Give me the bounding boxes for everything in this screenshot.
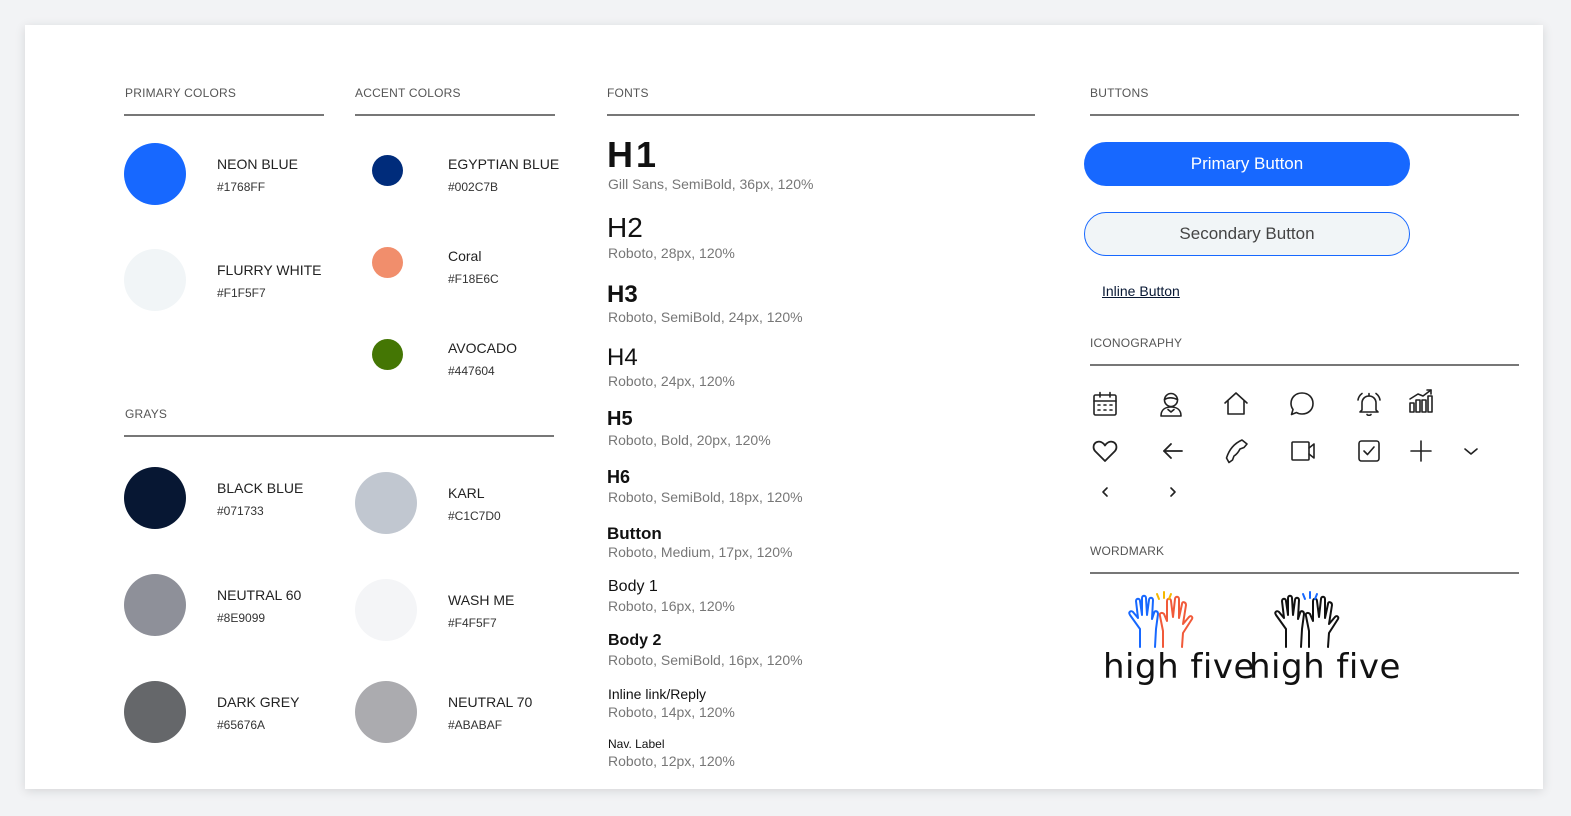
chevron-right-icon[interactable] [1159, 478, 1187, 506]
grays-title: GRAYS [125, 407, 168, 421]
swatch-hex: #65676A [217, 718, 266, 732]
swatch-dark-grey [124, 681, 186, 743]
swatch-hex: #8E9099 [217, 611, 266, 625]
swatch-hex: #F4F5F7 [448, 616, 497, 630]
wordmark-rule [1090, 572, 1519, 574]
font-sample-nav-label: Nav. Label [608, 737, 665, 751]
bell-icon[interactable] [1355, 390, 1383, 418]
swatch-hex: #002C7B [448, 180, 499, 194]
chat-icon[interactable] [1288, 390, 1316, 418]
swatch-name: AVOCADO [448, 340, 517, 356]
swatch-coral [372, 247, 403, 278]
font-spec: Roboto, Bold, 20px, 120% [608, 432, 771, 448]
buttons-title: BUTTONS [1090, 86, 1149, 100]
swatch-hex: #C1C7D0 [448, 509, 501, 523]
swatch-black-blue [124, 467, 186, 529]
swatch-wash-me [355, 579, 417, 641]
primary-button[interactable]: Primary Button [1084, 142, 1410, 186]
arrow-left-icon[interactable] [1159, 437, 1187, 465]
plus-icon[interactable] [1407, 437, 1435, 465]
swatch-hex: #ABABAF [448, 718, 503, 732]
font-sample-body1: Body 1 [608, 578, 658, 595]
checkbox-icon[interactable] [1355, 437, 1383, 465]
font-sample-h5: H5 [607, 408, 633, 430]
chevron-down-icon[interactable] [1457, 437, 1485, 465]
font-spec: Roboto, 24px, 120% [608, 373, 735, 389]
chevron-left-icon[interactable] [1091, 478, 1119, 506]
font-spec: Roboto, SemiBold, 24px, 120% [608, 309, 803, 325]
accent-colors-rule [355, 114, 555, 116]
font-sample-h1: H1 [607, 134, 660, 175]
font-sample-h6: H6 [607, 467, 631, 487]
swatch-hex: #F18E6C [448, 272, 499, 286]
iconography-title: ICONOGRAPHY [1090, 336, 1183, 350]
swatch-neutral-70 [355, 681, 417, 743]
swatch-flurry-white [124, 249, 186, 311]
font-spec: Roboto, 12px, 120% [608, 753, 735, 769]
wordmark-color-text: high five [1103, 647, 1255, 687]
font-sample-body2: Body 2 [608, 632, 662, 649]
swatch-name: NEUTRAL 60 [217, 587, 302, 603]
wordmark-title: WORDMARK [1090, 544, 1165, 558]
accent-colors-title: ACCENT COLORS [355, 86, 461, 100]
swatch-name: FLURRY WHITE [217, 262, 322, 278]
fonts-title: FONTS [607, 86, 649, 100]
chart-icon[interactable] [1407, 387, 1435, 415]
font-spec: Gill Sans, SemiBold, 36px, 120% [608, 176, 814, 192]
font-sample-inline-link: Inline link/Reply [608, 686, 707, 702]
swatch-neon-blue [124, 143, 186, 205]
swatch-egyptian-blue [372, 155, 403, 186]
swatch-hex: #447604 [448, 364, 495, 378]
wordmark-mono-text: high five [1249, 647, 1401, 687]
font-spec: Roboto, SemiBold, 18px, 120% [608, 489, 803, 505]
secondary-button[interactable]: Secondary Button [1084, 212, 1410, 256]
font-spec: Roboto, 14px, 120% [608, 704, 735, 720]
wordmark-mono: high five [1249, 589, 1400, 689]
swatch-name: Coral [448, 248, 482, 264]
phone-icon[interactable] [1223, 437, 1251, 465]
swatch-hex: #F1F5F7 [217, 286, 266, 300]
font-sample-h4: H4 [607, 344, 638, 371]
font-spec: Roboto, 16px, 120% [608, 598, 735, 614]
heart-icon[interactable] [1091, 437, 1119, 465]
user-icon[interactable] [1157, 390, 1185, 418]
swatch-karl [355, 472, 417, 534]
swatch-hex: #1768FF [217, 180, 266, 194]
swatch-name: DARK GREY [217, 694, 300, 710]
video-icon[interactable] [1289, 437, 1317, 465]
calendar-icon[interactable] [1091, 390, 1119, 418]
swatch-name: NEON BLUE [217, 156, 298, 172]
inline-button[interactable]: Inline Button [1102, 283, 1180, 299]
font-sample-h3: H3 [607, 281, 638, 308]
swatch-neutral-60 [124, 574, 186, 636]
swatch-name: KARL [448, 485, 485, 501]
home-icon[interactable] [1222, 390, 1250, 418]
swatch-name: NEUTRAL 70 [448, 694, 533, 710]
swatch-name: BLACK BLUE [217, 480, 304, 496]
font-spec: Roboto, SemiBold, 16px, 120% [608, 652, 803, 668]
font-spec: Roboto, 28px, 120% [608, 245, 735, 261]
swatch-hex: #071733 [217, 504, 264, 518]
font-sample-h2: H2 [607, 212, 643, 243]
primary-colors-rule [124, 114, 324, 116]
font-sample-button: Button [607, 524, 662, 543]
iconography-rule [1090, 364, 1519, 366]
style-guide-card: PRIMARY COLORS NEON BLUE #1768FF FLURRY … [25, 25, 1543, 789]
wordmark-color: high five [1103, 589, 1254, 689]
swatch-avocado [372, 339, 403, 370]
swatch-name: EGYPTIAN BLUE [448, 156, 560, 172]
fonts-rule [607, 114, 1035, 116]
primary-colors-title: PRIMARY COLORS [125, 86, 237, 100]
buttons-rule [1090, 114, 1519, 116]
swatch-name: WASH ME [448, 592, 515, 608]
font-spec: Roboto, Medium, 17px, 120% [608, 544, 793, 560]
grays-rule [124, 435, 554, 437]
